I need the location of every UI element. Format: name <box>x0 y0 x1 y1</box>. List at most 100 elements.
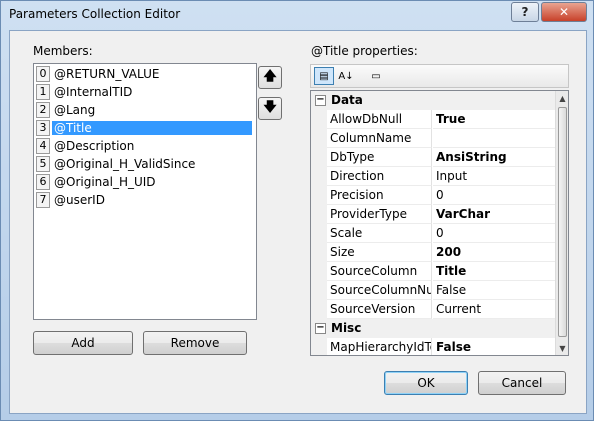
property-value[interactable]: VarChar <box>433 205 555 224</box>
list-item[interactable]: 0 @RETURN_VALUE <box>34 65 256 83</box>
member-name: @RETURN_VALUE <box>54 67 160 81</box>
property-row[interactable]: SourceColumnNull False <box>311 281 555 300</box>
row-margin <box>311 186 327 205</box>
property-pages-icon[interactable]: ▭ <box>366 67 386 85</box>
property-value[interactable]: 0 <box>433 186 555 205</box>
property-row[interactable]: ColumnName <box>311 129 555 148</box>
property-value[interactable]: Input <box>433 167 555 186</box>
property-name: AllowDbNull <box>327 110 432 129</box>
property-row[interactable]: Size 200 <box>311 243 555 262</box>
row-margin <box>311 148 327 167</box>
members-label: Members: <box>33 44 93 58</box>
list-item[interactable]: 4 @Description <box>34 137 256 155</box>
property-row[interactable]: MapHierarchyIdToSFalse <box>311 338 555 355</box>
move-up-button[interactable]: 🡅 <box>258 66 282 89</box>
property-row[interactable]: Scale 0 <box>311 224 555 243</box>
category-name: Misc <box>331 321 362 335</box>
property-row[interactable]: Precision 0 <box>311 186 555 205</box>
property-grid-scrollbar[interactable]: ▲ ▼ <box>555 91 568 355</box>
alphabetical-icon[interactable]: A↓ <box>336 67 356 85</box>
member-name: @Title <box>52 121 252 135</box>
scroll-up-icon[interactable]: ▲ <box>556 91 568 105</box>
categorized-icon[interactable]: ▤ <box>314 67 334 85</box>
row-margin <box>311 167 327 186</box>
property-row[interactable]: AllowDbNull True <box>311 110 555 129</box>
property-name: ColumnName <box>327 129 432 148</box>
row-margin <box>311 129 327 148</box>
property-row[interactable]: SourceColumn Title <box>311 262 555 281</box>
member-index: 4 <box>36 138 50 154</box>
property-row[interactable]: ProviderType VarChar <box>311 205 555 224</box>
member-name: @Original_H_UID <box>54 175 156 189</box>
ok-button[interactable]: OK <box>384 371 468 395</box>
property-row[interactable]: SourceVersion Current <box>311 300 555 319</box>
close-button[interactable]: ✕ <box>541 2 587 22</box>
property-grid-toolbar: ▤ A↓ ▭ <box>310 64 569 88</box>
arrow-down-icon: 🡇 <box>263 99 277 115</box>
property-grid[interactable]: ▲ ▼ − Data AllowDbNull True ColumnName DbType… <box>310 90 569 356</box>
property-name: SourceColumnNull <box>327 281 432 300</box>
remove-button[interactable]: Remove <box>143 331 247 355</box>
member-name: @userID <box>54 193 105 207</box>
property-name: Precision <box>327 186 432 205</box>
property-value[interactable]: AnsiString <box>433 148 555 167</box>
member-index: 3 <box>36 120 50 136</box>
member-index: 0 <box>36 66 50 82</box>
property-name: SourceColumn <box>327 262 432 281</box>
row-margin <box>311 281 327 300</box>
list-item[interactable]: 1 @InternalTID <box>34 83 256 101</box>
property-value[interactable]: False <box>433 338 555 355</box>
properties-label: @Title properties: <box>311 44 418 58</box>
scroll-down-icon[interactable]: ▼ <box>556 341 568 355</box>
property-name: Direction <box>327 167 432 186</box>
property-name: MapHierarchyIdToS <box>327 338 432 355</box>
window-title: Parameters Collection Editor <box>9 7 181 21</box>
row-margin <box>311 110 327 129</box>
property-name: Size <box>327 243 432 262</box>
property-row[interactable]: DbType AnsiString <box>311 148 555 167</box>
list-item[interactable]: 3 @Title <box>34 119 256 137</box>
arrow-up-icon: 🡅 <box>263 68 277 84</box>
member-index: 5 <box>36 156 50 172</box>
member-name: @Lang <box>54 103 96 117</box>
list-item[interactable]: 5 @Original_H_ValidSince <box>34 155 256 173</box>
property-name: SourceVersion <box>327 300 432 319</box>
members-list[interactable]: 0 @RETURN_VALUE 1 @InternalTID 2 @Lang 3 @Title… <box>33 63 257 320</box>
category-row[interactable]: − Misc <box>311 319 555 338</box>
row-margin <box>311 262 327 281</box>
row-margin <box>311 243 327 262</box>
list-item[interactable]: 7 @userID <box>34 191 256 209</box>
scroll-thumb[interactable] <box>558 107 567 337</box>
property-value[interactable]: Current <box>433 300 555 319</box>
property-value[interactable]: 0 <box>433 224 555 243</box>
member-name: @Description <box>54 139 135 153</box>
member-index: 6 <box>36 174 50 190</box>
property-name: ProviderType <box>327 205 432 224</box>
row-margin <box>311 300 327 319</box>
category-name: Data <box>331 93 363 107</box>
property-value[interactable] <box>433 129 555 148</box>
property-value[interactable]: Title <box>433 262 555 281</box>
property-value[interactable]: 200 <box>433 243 555 262</box>
dialog-window: Parameters Collection Editor ? ✕ Members… <box>0 0 594 421</box>
property-name: DbType <box>327 148 432 167</box>
list-item[interactable]: 6 @Original_H_UID <box>34 173 256 191</box>
move-down-button[interactable]: 🡇 <box>258 97 282 120</box>
category-row[interactable]: − Data <box>311 91 555 110</box>
member-index: 2 <box>36 102 50 118</box>
cancel-button[interactable]: Cancel <box>478 371 566 395</box>
add-button[interactable]: Add <box>33 331 133 355</box>
property-name: Scale <box>327 224 432 243</box>
collapse-icon[interactable]: − <box>315 95 326 106</box>
list-item[interactable]: 2 @Lang <box>34 101 256 119</box>
property-value[interactable]: False <box>433 281 555 300</box>
member-name: @Original_H_ValidSince <box>54 157 196 171</box>
collapse-icon[interactable]: − <box>315 323 326 334</box>
property-row[interactable]: Direction Input <box>311 167 555 186</box>
member-name: @InternalTID <box>54 85 133 99</box>
property-value[interactable]: True <box>433 110 555 129</box>
member-index: 1 <box>36 84 50 100</box>
member-index: 7 <box>36 192 50 208</box>
help-button[interactable]: ? <box>511 2 539 22</box>
title-bar[interactable]: Parameters Collection Editor ? ✕ <box>1 1 593 29</box>
